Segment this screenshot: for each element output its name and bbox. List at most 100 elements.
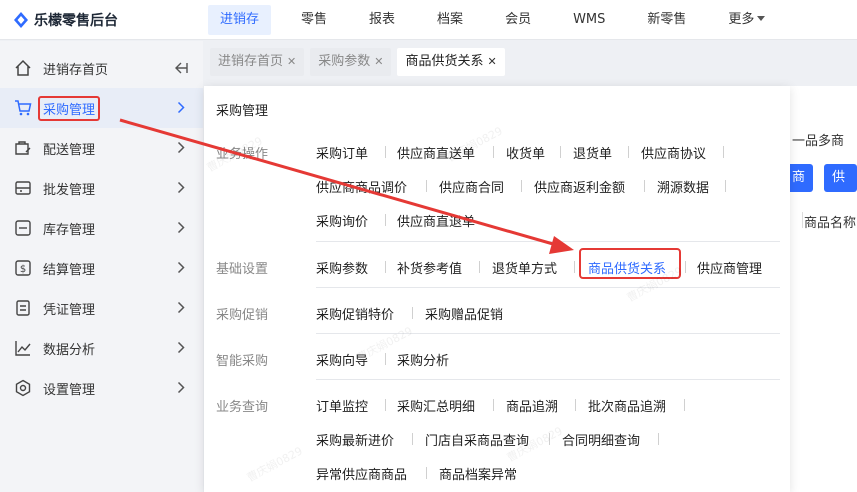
tab-purchase-params[interactable]: 采购参数 ✕: [310, 48, 392, 76]
menu-link-supplier-rebate[interactable]: 供应商返利金额: [534, 177, 625, 196]
chevron-right-icon: [177, 381, 185, 394]
nav-more-label: 更多: [728, 11, 755, 27]
nav-member[interactable]: 会员: [493, 5, 543, 35]
inventory-icon: [14, 219, 32, 237]
menu-link-purchase-wizard[interactable]: 采购向导: [316, 350, 368, 369]
separator: [479, 261, 480, 273]
menu-link-purchase-analysis[interactable]: 采购分析: [397, 350, 449, 369]
app-logo[interactable]: 乐檬零售后台: [0, 10, 200, 30]
nav-more[interactable]: 更多: [716, 5, 777, 35]
menu-link-product-trace[interactable]: 商品追溯: [506, 396, 558, 415]
nav-archive[interactable]: 档案: [425, 5, 475, 35]
column-header-product-name: 商品名称: [804, 216, 857, 231]
menu-link-traceability[interactable]: 溯源数据: [657, 177, 709, 196]
tab-label: 采购参数: [318, 54, 371, 69]
collapse-sidebar-icon[interactable]: [173, 61, 189, 75]
separator: [385, 146, 386, 158]
menu-link-contract-detail[interactable]: 合同明细查询: [562, 430, 640, 449]
sidebar-item-settlement[interactable]: $ 结算管理: [0, 248, 203, 288]
sidebar-item-settings[interactable]: 设置管理: [0, 368, 203, 408]
close-icon[interactable]: ✕: [374, 55, 383, 68]
separator: [521, 180, 522, 192]
menu-link-direct-return[interactable]: 供应商直退单: [397, 211, 475, 230]
chevron-right-icon: [177, 341, 185, 354]
separator: [685, 261, 686, 273]
separator: [385, 399, 386, 411]
tab-inventory-home[interactable]: 进销存首页 ✕: [210, 48, 305, 76]
separator: [412, 433, 413, 445]
sidebar-item-wholesale[interactable]: 批发管理: [0, 168, 203, 208]
menu-link-archive-abnormal[interactable]: 商品档案异常: [439, 464, 517, 483]
sidebar-item-label: 配送管理: [43, 142, 96, 158]
group-divider: [316, 241, 780, 242]
sidebar-item-voucher[interactable]: 凭证管理: [0, 288, 203, 328]
separator: [628, 146, 629, 158]
wholesale-icon: [14, 179, 32, 197]
separator: [560, 146, 561, 158]
delivery-icon: [14, 139, 32, 157]
nav-new-retail[interactable]: 新零售: [635, 5, 698, 35]
settlement-icon: $: [14, 259, 32, 277]
menu-link-purchase-inquiry[interactable]: 采购询价: [316, 211, 368, 230]
menu-link-promo-gift[interactable]: 采购赠品促销: [425, 304, 503, 323]
menu-link-supplier-agreement[interactable]: 供应商协议: [641, 143, 706, 162]
menu-link-store-self-purchase[interactable]: 门店自采商品查询: [425, 430, 529, 449]
menu-link-batch-trace[interactable]: 批次商品追溯: [588, 396, 666, 415]
separator: [426, 467, 427, 479]
separator: [725, 180, 726, 192]
sidebar-item-label: 凭证管理: [43, 302, 96, 318]
menu-link-supplier-price-adjust[interactable]: 供应商商品调价: [316, 177, 407, 196]
separator: [385, 261, 386, 273]
menu-link-return[interactable]: 退货单: [573, 143, 612, 162]
cart-icon: [14, 99, 32, 117]
app-title: 乐檬零售后台: [34, 12, 118, 29]
sidebar-item-label: 采购管理: [38, 95, 101, 121]
menu-link-supplier-contract[interactable]: 供应商合同: [439, 177, 504, 196]
menu-link-direct-delivery[interactable]: 供应商直送单: [397, 143, 475, 162]
group-label-promo: 采购促销: [216, 308, 269, 323]
action-button-2[interactable]: 供货: [824, 164, 857, 213]
separator: [575, 399, 576, 411]
menu-link-latest-price[interactable]: 采购最新进价: [316, 430, 394, 449]
menu-link-purchase-order[interactable]: 采购订单: [316, 143, 368, 162]
sidebar-item-purchase[interactable]: 采购管理: [0, 88, 203, 128]
sidebar-item-home[interactable]: 进销存首页: [0, 48, 203, 88]
menu-link-promo-special[interactable]: 采购促销特价: [316, 304, 394, 323]
chevron-right-icon: [177, 141, 185, 154]
home-icon: [14, 59, 32, 77]
voucher-icon: [14, 299, 32, 317]
purchase-menu-dropdown: 采购管理 业务操作 采购订单 供应商直送单 收货单 退货单 供应商协议 供应商商…: [204, 86, 790, 492]
sidebar-item-inventory[interactable]: 库存管理: [0, 208, 203, 248]
nav-retail[interactable]: 零售: [289, 5, 339, 35]
menu-link-return-method[interactable]: 退货单方式: [492, 258, 557, 277]
menu-link-replenish-ref[interactable]: 补货参考值: [397, 258, 462, 277]
separator: [385, 214, 386, 226]
separator: [658, 433, 659, 445]
top-bar: 乐檬零售后台 进销存 零售 报表 档案 会员 WMS 新零售 更多: [0, 0, 857, 40]
menu-link-purchase-summary[interactable]: 采购汇总明细: [397, 396, 475, 415]
sidebar-item-label: 设置管理: [43, 382, 96, 398]
sidebar-item-analytics[interactable]: 数据分析: [0, 328, 203, 368]
menu-link-order-monitor[interactable]: 订单监控: [316, 396, 368, 415]
menu-link-supplier-mgmt[interactable]: 供应商管理: [697, 258, 762, 277]
nav-reports[interactable]: 报表: [357, 5, 407, 35]
tab-label: 商品供货关系: [405, 54, 484, 69]
group-divider: [316, 333, 780, 334]
group-label-ops: 业务操作: [216, 147, 269, 162]
close-icon[interactable]: ✕: [287, 55, 296, 68]
menu-link-abnormal-supplier[interactable]: 异常供应商商品: [316, 464, 407, 483]
sidebar-item-delivery[interactable]: 配送管理: [0, 128, 203, 168]
chevron-right-icon: [177, 301, 185, 314]
sidebar-item-label: 进销存首页: [43, 62, 109, 78]
separator: [493, 146, 494, 158]
group-divider: [316, 379, 780, 380]
nav-wms[interactable]: WMS: [561, 5, 617, 35]
sidebar-item-label: 批发管理: [43, 182, 96, 198]
close-icon[interactable]: ✕: [487, 55, 496, 68]
nav-inventory[interactable]: 进销存: [208, 4, 272, 35]
separator: [493, 399, 494, 411]
menu-link-purchase-params[interactable]: 采购参数: [316, 258, 368, 277]
separator: [684, 399, 685, 411]
tab-supply-relation[interactable]: 商品供货关系 ✕: [397, 48, 505, 76]
menu-link-receipt[interactable]: 收货单: [506, 143, 545, 162]
